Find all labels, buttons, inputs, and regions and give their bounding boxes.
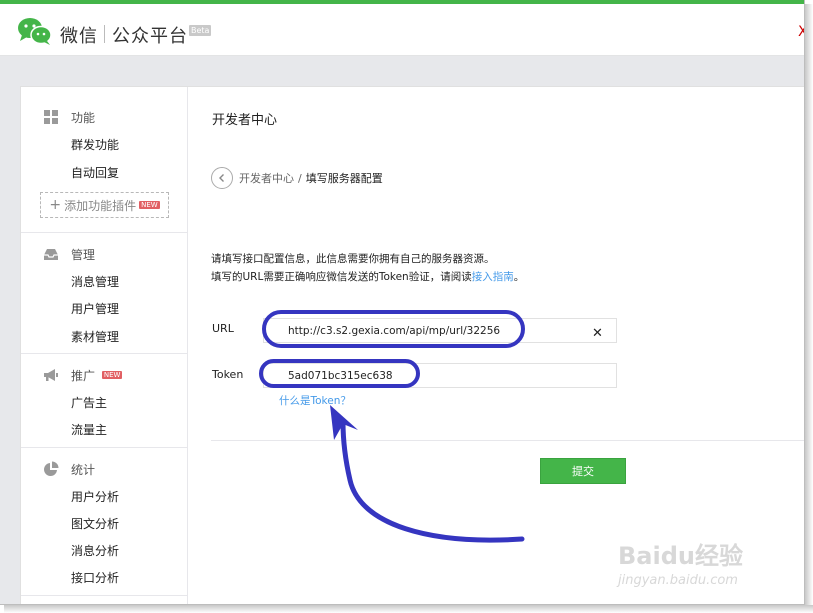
breadcrumb-current: 填写服务器配置: [305, 172, 383, 185]
nav-group-promotion: 推广 NEW: [43, 365, 123, 385]
intro-line-2: 填写的URL需要正确响应微信发送的Token验证，请阅读接入指南。: [211, 268, 524, 286]
intro-line-1: 请填写接口配置信息，此信息需要你拥有自己的服务器资源。: [211, 253, 495, 265]
sidebar-item-mass-send[interactable]: 群发功能: [71, 136, 119, 153]
nav-group-manage: 管理: [43, 244, 95, 264]
add-plugin-label: 添加功能插件: [64, 198, 137, 213]
nav-group-label: 推广 NEW: [71, 367, 123, 384]
platform-name: 公众平台: [112, 26, 188, 47]
close-icon[interactable]: X: [798, 24, 804, 40]
nav-group-label: 功能: [71, 110, 96, 125]
url-label: URL: [212, 322, 234, 335]
nav-divider: [21, 232, 187, 233]
sidebar: 功能 群发功能 自动回复 + 添加功能插件 NEW 管理 消息管理 用户管理 素…: [21, 87, 188, 604]
watermark-logo: Baidu经验: [618, 542, 743, 570]
nav-group-label: 统计: [71, 462, 96, 477]
content-panel: 功能 群发功能 自动回复 + 添加功能插件 NEW 管理 消息管理 用户管理 素…: [20, 86, 804, 604]
nav-divider: [21, 595, 187, 596]
clear-icon[interactable]: ✕: [592, 326, 603, 341]
sidebar-item-messages[interactable]: 消息管理: [71, 273, 119, 290]
token-input[interactable]: [263, 363, 617, 388]
beta-badge: Beta: [189, 25, 212, 36]
megaphone-icon: [44, 369, 58, 381]
sidebar-item-message-analysis[interactable]: 消息分析: [71, 542, 119, 559]
sidebar-item-user-analysis[interactable]: 用户分析: [71, 488, 119, 505]
back-button[interactable]: [211, 167, 233, 189]
sidebar-item-api-analysis[interactable]: 接口分析: [71, 569, 119, 586]
breadcrumb-separator: /: [298, 171, 302, 185]
baidu-watermark: Baidu经验 jingyan.baidu.com: [618, 536, 743, 588]
frame-shadow-bottom: [4, 605, 813, 613]
token-label: Token: [212, 368, 244, 381]
inbox-icon: [44, 249, 58, 260]
top-bar: 微信 公众平台 Beta X: [0, 0, 804, 56]
sidebar-item-traffic-owner[interactable]: 流量主: [71, 421, 107, 438]
nav-group-statistics: 统计: [43, 459, 95, 479]
nav-group-label: 管理: [71, 247, 96, 262]
intro-text: 请填写接口配置信息，此信息需要你拥有自己的服务器资源。 填写的URL需要正确响应…: [211, 250, 524, 286]
nav-group-label-text: 推广: [71, 368, 96, 383]
sidebar-item-materials[interactable]: 素材管理: [71, 328, 119, 345]
sidebar-item-auto-reply[interactable]: 自动回复: [71, 164, 119, 181]
submit-button[interactable]: 提交: [540, 458, 626, 484]
sidebar-item-article-analysis[interactable]: 图文分析: [71, 515, 119, 532]
form-divider: [211, 440, 804, 441]
watermark-url: jingyan.baidu.com: [618, 573, 738, 588]
frame-shadow-right: [805, 4, 813, 609]
sidebar-item-users[interactable]: 用户管理: [71, 300, 119, 317]
url-input[interactable]: [263, 318, 617, 343]
new-badge: NEW: [139, 201, 160, 209]
grid-icon: [44, 110, 58, 124]
sidebar-item-advertiser[interactable]: 广告主: [71, 394, 107, 411]
brand-name: 微信: [60, 26, 98, 47]
nav-group-features: 功能: [43, 107, 95, 127]
wechat-logo-icon: [18, 18, 52, 45]
breadcrumb: 开发者中心 / 填写服务器配置: [211, 167, 383, 189]
intro-line-2-end: 。: [513, 271, 525, 283]
pie-chart-icon: [44, 461, 59, 476]
add-plugin-button[interactable]: + 添加功能插件 NEW: [40, 192, 169, 218]
token-help-link[interactable]: 什么是Token？: [279, 393, 351, 408]
new-badge: NEW: [101, 370, 123, 379]
nav-divider: [21, 353, 187, 354]
guide-link[interactable]: 接入指南: [472, 271, 514, 283]
intro-line-2-text: 填写的URL需要正确响应微信发送的Token验证，请阅读: [211, 271, 472, 283]
page-title: 开发者中心: [212, 113, 278, 128]
nav-divider: [21, 447, 187, 448]
browser-frame: 微信 公众平台 Beta X 功能 群发功能 自动回复 + 添加功能插件: [0, 0, 805, 605]
breadcrumb-parent[interactable]: 开发者中心: [239, 170, 294, 186]
chevron-left-icon: [219, 174, 224, 182]
brand-divider: [104, 25, 105, 43]
plus-icon: +: [49, 197, 62, 213]
